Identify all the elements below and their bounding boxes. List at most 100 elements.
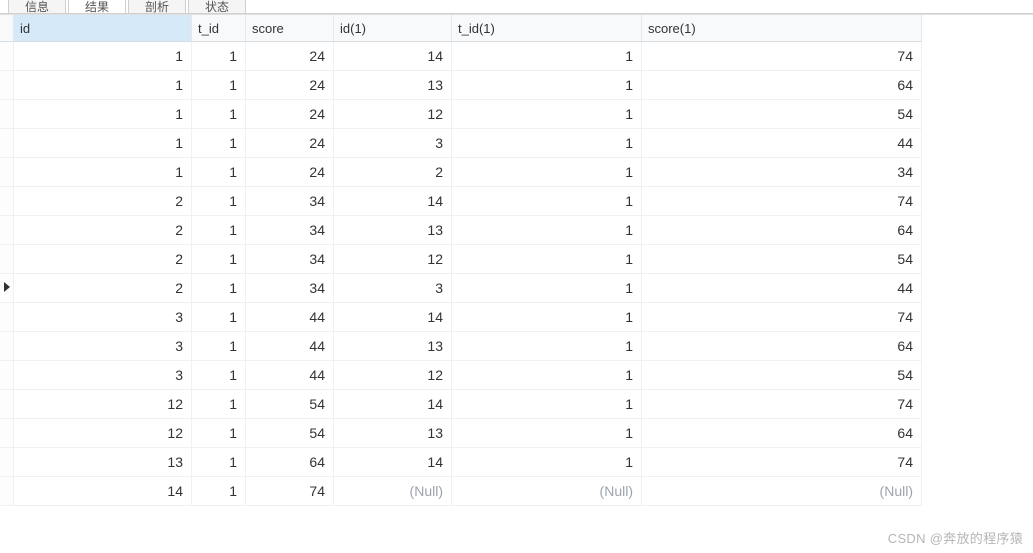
table-cell[interactable]: 34 xyxy=(246,216,334,245)
table-cell[interactable]: 2 xyxy=(14,187,192,216)
tab-profile[interactable]: 剖析 xyxy=(128,0,186,13)
column-header[interactable]: score(1) xyxy=(642,15,922,42)
table-cell[interactable]: 54 xyxy=(642,361,922,390)
table-cell[interactable]: 14 xyxy=(334,448,452,477)
table-cell[interactable]: 54 xyxy=(246,390,334,419)
row-gutter[interactable] xyxy=(0,71,14,100)
table-cell[interactable]: 13 xyxy=(334,419,452,448)
table-cell[interactable]: 3 xyxy=(14,361,192,390)
table-cell[interactable]: 12 xyxy=(14,419,192,448)
column-header[interactable]: id(1) xyxy=(334,15,452,42)
table-cell[interactable]: 13 xyxy=(334,216,452,245)
table-cell[interactable]: 2 xyxy=(14,216,192,245)
table-cell[interactable]: (Null) xyxy=(452,477,642,506)
table-cell[interactable]: 1 xyxy=(452,361,642,390)
table-cell[interactable]: 1 xyxy=(192,448,246,477)
table-cell[interactable]: 1 xyxy=(452,303,642,332)
row-gutter[interactable] xyxy=(0,187,14,216)
table-cell[interactable]: 12 xyxy=(334,245,452,274)
row-gutter[interactable] xyxy=(0,245,14,274)
table-cell[interactable]: 12 xyxy=(14,390,192,419)
row-gutter[interactable] xyxy=(0,390,14,419)
table-cell[interactable]: 2 xyxy=(334,158,452,187)
column-header[interactable]: id xyxy=(14,15,192,42)
row-gutter[interactable] xyxy=(0,158,14,187)
table-cell[interactable]: 3 xyxy=(334,129,452,158)
table-cell[interactable]: 1 xyxy=(192,216,246,245)
table-cell[interactable]: 1 xyxy=(192,129,246,158)
row-gutter[interactable] xyxy=(0,477,14,506)
table-cell[interactable]: 1 xyxy=(192,42,246,71)
tab-status[interactable]: 状态 xyxy=(188,0,246,13)
table-cell[interactable]: 1 xyxy=(192,419,246,448)
table-cell[interactable]: 74 xyxy=(642,42,922,71)
table-cell[interactable]: 13 xyxy=(334,332,452,361)
column-header[interactable]: score xyxy=(246,15,334,42)
table-cell[interactable]: 74 xyxy=(642,448,922,477)
table-cell[interactable]: 34 xyxy=(246,245,334,274)
table-cell[interactable]: 1 xyxy=(192,332,246,361)
table-cell[interactable]: 1 xyxy=(192,71,246,100)
table-cell[interactable]: 54 xyxy=(642,245,922,274)
table-cell[interactable]: 1 xyxy=(452,448,642,477)
table-cell[interactable]: 1 xyxy=(452,245,642,274)
table-cell[interactable]: 54 xyxy=(642,100,922,129)
table-cell[interactable]: 34 xyxy=(246,187,334,216)
table-cell[interactable]: 1 xyxy=(14,42,192,71)
table-cell[interactable]: 44 xyxy=(642,129,922,158)
table-cell[interactable]: 44 xyxy=(246,332,334,361)
table-cell[interactable]: 13 xyxy=(14,448,192,477)
table-cell[interactable]: 14 xyxy=(334,187,452,216)
row-gutter[interactable] xyxy=(0,419,14,448)
row-gutter[interactable] xyxy=(0,303,14,332)
table-cell[interactable]: 74 xyxy=(642,303,922,332)
row-gutter[interactable] xyxy=(0,42,14,71)
table-cell[interactable]: 1 xyxy=(452,274,642,303)
table-cell[interactable]: 3 xyxy=(14,332,192,361)
column-header[interactable]: t_id(1) xyxy=(452,15,642,42)
table-cell[interactable]: 1 xyxy=(452,419,642,448)
table-cell[interactable]: 1 xyxy=(452,187,642,216)
table-cell[interactable]: (Null) xyxy=(334,477,452,506)
table-cell[interactable]: 64 xyxy=(642,216,922,245)
table-cell[interactable]: 14 xyxy=(14,477,192,506)
table-cell[interactable]: 1 xyxy=(192,477,246,506)
table-cell[interactable]: 74 xyxy=(642,390,922,419)
table-cell[interactable]: 44 xyxy=(246,361,334,390)
table-cell[interactable]: 64 xyxy=(246,448,334,477)
table-cell[interactable]: 1 xyxy=(452,100,642,129)
table-cell[interactable]: 34 xyxy=(642,158,922,187)
table-cell[interactable]: 1 xyxy=(192,187,246,216)
table-cell[interactable]: 24 xyxy=(246,158,334,187)
table-cell[interactable]: 24 xyxy=(246,100,334,129)
table-cell[interactable]: 1 xyxy=(452,71,642,100)
tab-info[interactable]: 信息 xyxy=(8,0,66,13)
table-cell[interactable]: 1 xyxy=(192,274,246,303)
table-cell[interactable]: 2 xyxy=(14,245,192,274)
row-gutter[interactable] xyxy=(0,448,14,477)
table-cell[interactable]: 64 xyxy=(642,71,922,100)
row-gutter[interactable] xyxy=(0,216,14,245)
table-cell[interactable]: 1 xyxy=(192,390,246,419)
table-cell[interactable]: 1 xyxy=(14,158,192,187)
row-gutter[interactable] xyxy=(0,274,14,303)
table-cell[interactable]: 1 xyxy=(192,100,246,129)
table-cell[interactable]: 3 xyxy=(334,274,452,303)
table-cell[interactable]: 14 xyxy=(334,390,452,419)
table-cell[interactable]: 1 xyxy=(452,129,642,158)
table-cell[interactable]: 34 xyxy=(246,274,334,303)
table-cell[interactable]: 44 xyxy=(246,303,334,332)
column-header[interactable]: t_id xyxy=(192,15,246,42)
table-cell[interactable]: 1 xyxy=(192,303,246,332)
table-cell[interactable]: 12 xyxy=(334,100,452,129)
table-cell[interactable]: 74 xyxy=(246,477,334,506)
table-cell[interactable]: 1 xyxy=(452,42,642,71)
table-cell[interactable]: 1 xyxy=(452,390,642,419)
table-cell[interactable]: 54 xyxy=(246,419,334,448)
table-cell[interactable]: 1 xyxy=(192,245,246,274)
row-gutter[interactable] xyxy=(0,332,14,361)
table-cell[interactable]: 2 xyxy=(14,274,192,303)
table-cell[interactable]: 1 xyxy=(14,129,192,158)
table-cell[interactable]: 1 xyxy=(452,158,642,187)
tab-result[interactable]: 结果 xyxy=(68,0,126,13)
